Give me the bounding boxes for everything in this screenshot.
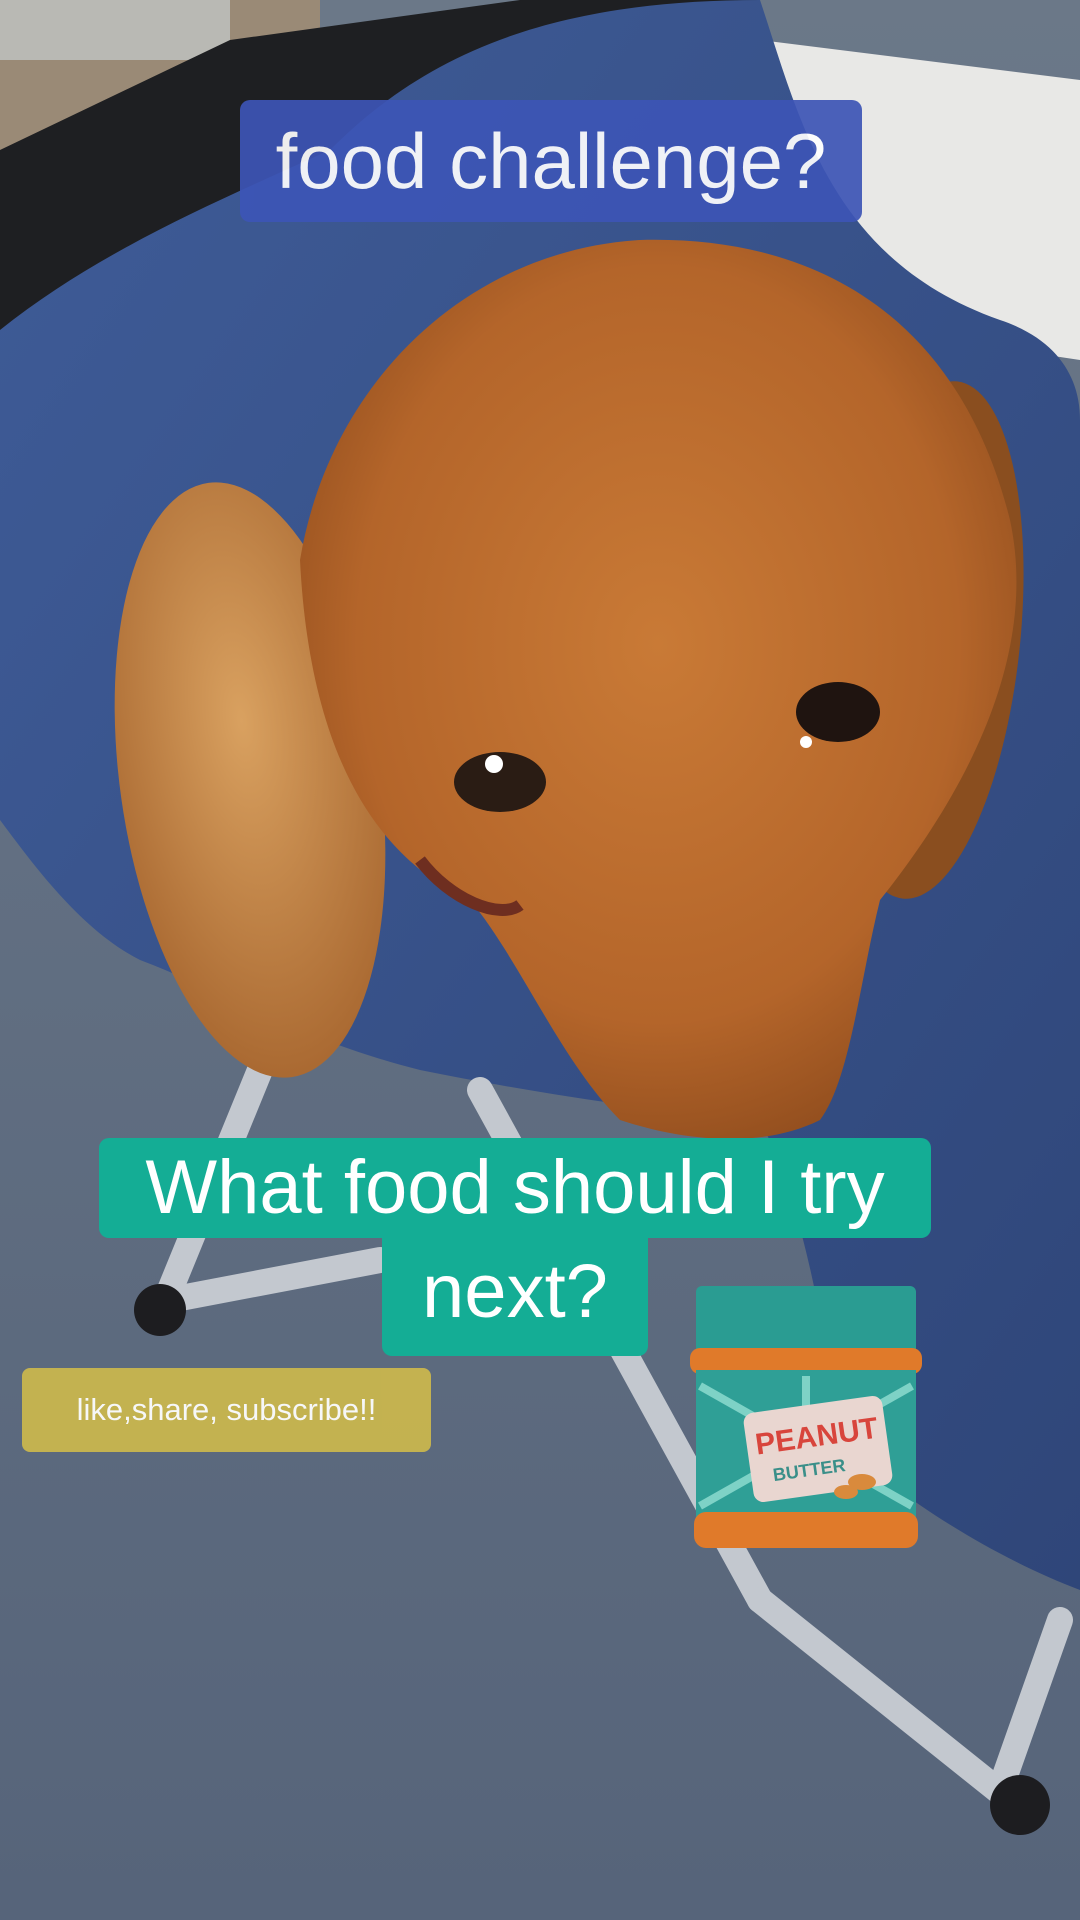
video-frame: food challenge? What food should I try n… xyxy=(0,0,1080,1920)
box xyxy=(0,0,230,60)
dog-right-eye xyxy=(796,682,880,742)
caption-call-to-action: like,share, subscribe!! xyxy=(22,1368,431,1452)
dog-photo xyxy=(0,0,1080,1920)
caption-question-line-1: What food should I try xyxy=(99,1138,931,1238)
caption-food-challenge: food challenge? xyxy=(240,100,862,222)
peanut-butter-jar-icon: PEANUT BUTTER xyxy=(690,1286,922,1548)
caption-question-line-2: next? xyxy=(382,1236,648,1356)
